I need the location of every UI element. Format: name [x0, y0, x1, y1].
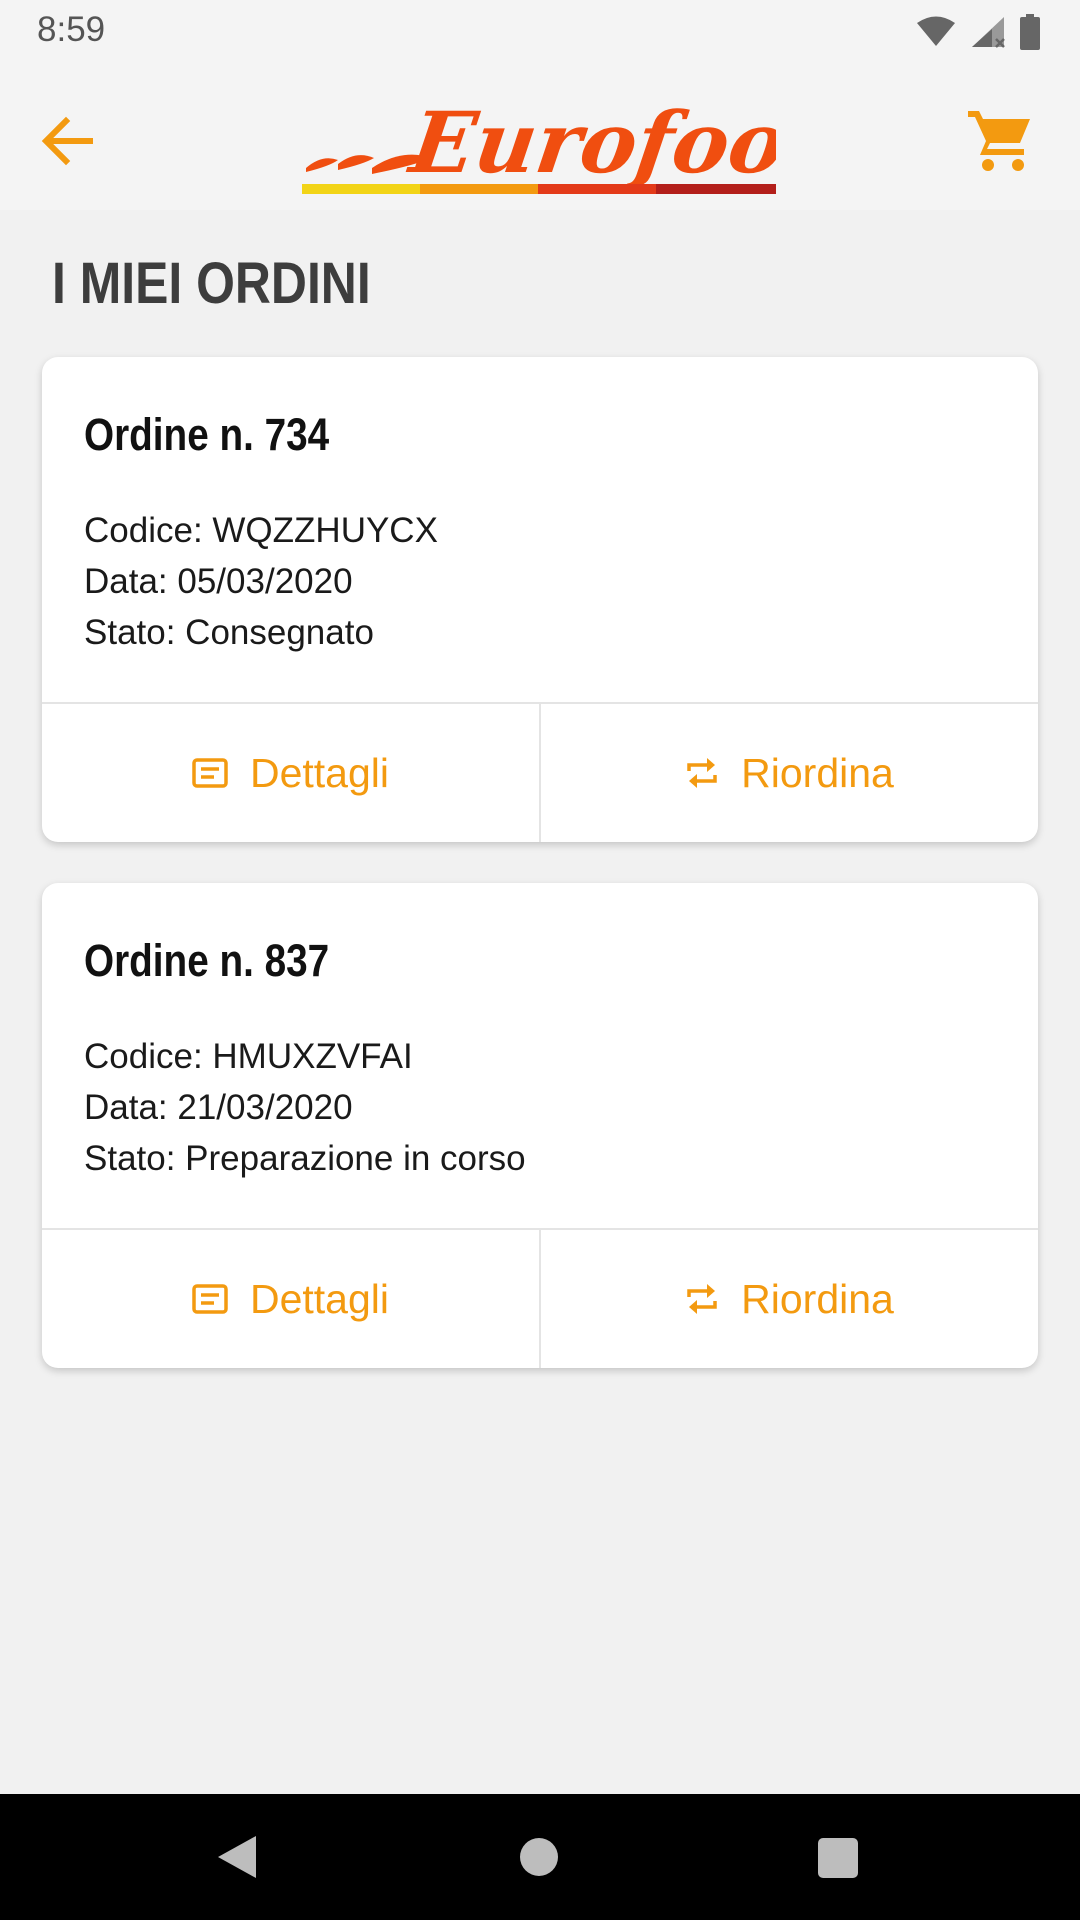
status-bar: 8:59: [0, 0, 1080, 64]
cart-icon: [968, 111, 1030, 171]
details-button[interactable]: Dettagli: [42, 1230, 539, 1368]
signal-icon: [972, 17, 1005, 48]
back-button[interactable]: [30, 104, 104, 178]
reorder-label: Riordina: [741, 1275, 894, 1322]
order-card: Ordine n. 837 Codice: HMUXZVFAI Data: 21…: [42, 883, 1038, 1368]
order-code: Codice: WQZZHUYCX: [84, 511, 438, 550]
logo-wordmark: Eurofood: [403, 93, 776, 192]
status-time: 8:59: [37, 10, 106, 49]
repeat-icon: [687, 758, 717, 788]
reorder-button[interactable]: Riordina: [539, 704, 1038, 842]
wifi-icon: [917, 16, 955, 46]
details-label: Dettagli: [249, 749, 389, 796]
details-icon: [192, 758, 228, 788]
order-status: Stato: Consegnato: [84, 613, 374, 652]
navigation-bar: [0, 1794, 1080, 1920]
reorder-label: Riordina: [741, 749, 894, 796]
nav-back-icon[interactable]: [216, 1834, 258, 1880]
order-status: Stato: Preparazione in corso: [84, 1139, 526, 1178]
page-title: I MIEI ORDINI: [52, 251, 371, 316]
order-date: Data: 21/03/2020: [84, 1088, 353, 1127]
battery-icon: [1020, 14, 1040, 50]
status-icons: [916, 14, 1040, 50]
order-actions: Dettagli Riordina: [42, 1230, 1038, 1368]
order-card: Ordine n. 734 Codice: WQZZHUYCX Data: 05…: [42, 357, 1038, 842]
order-card-body: Ordine n. 837 Codice: HMUXZVFAI Data: 21…: [42, 883, 1038, 1230]
eurofood-logo: Eurofood: [302, 84, 851, 194]
order-info: Codice: HMUXZVFAI Data: 21/03/2020 Stato…: [84, 1031, 526, 1184]
details-button[interactable]: Dettagli: [42, 704, 539, 842]
order-title: Ordine n. 734: [84, 409, 330, 460]
order-actions: Dettagli Riordina: [42, 704, 1038, 842]
cart-button[interactable]: [960, 100, 1040, 180]
order-info: Codice: WQZZHUYCX Data: 05/03/2020 Stato…: [84, 505, 438, 658]
order-title: Ordine n. 837: [84, 935, 330, 986]
app-header: Eurofood: [0, 64, 1080, 210]
order-date: Data: 05/03/2020: [84, 562, 353, 601]
nav-recents-icon[interactable]: [818, 1838, 858, 1878]
arrow-left-icon: [41, 116, 93, 166]
reorder-button[interactable]: Riordina: [539, 1230, 1038, 1368]
details-label: Dettagli: [249, 1275, 389, 1322]
order-card-body: Ordine n. 734 Codice: WQZZHUYCX Data: 05…: [42, 357, 1038, 704]
repeat-icon: [687, 1284, 717, 1314]
nav-home-icon[interactable]: [520, 1838, 558, 1876]
details-icon: [192, 1284, 228, 1314]
order-code: Codice: HMUXZVFAI: [84, 1037, 413, 1076]
